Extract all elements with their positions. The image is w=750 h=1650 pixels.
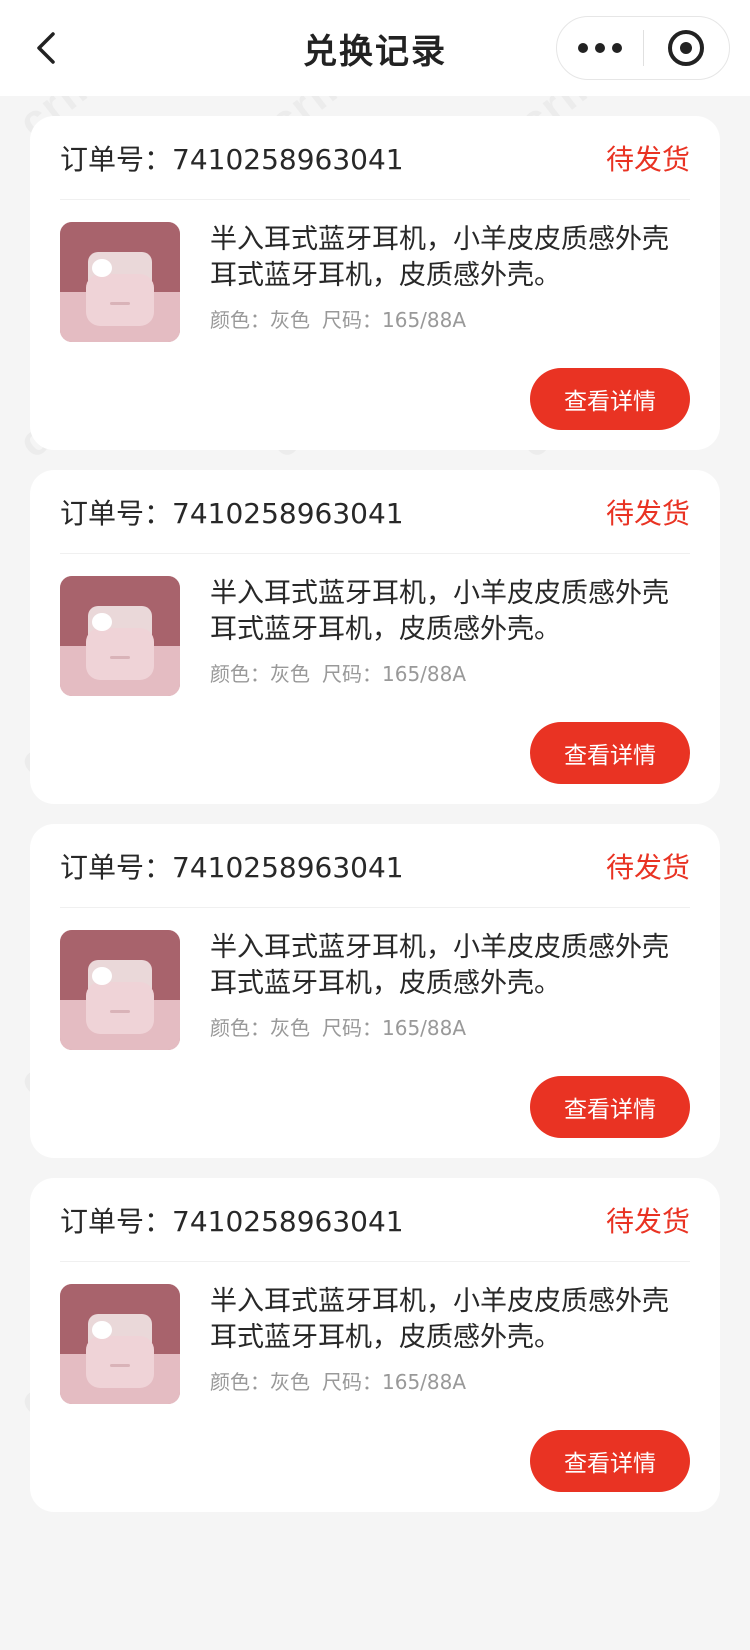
product-image[interactable]: [60, 930, 180, 1050]
view-details-button[interactable]: 查看详情: [530, 1430, 690, 1492]
attr-color: 颜色：灰色: [210, 308, 310, 332]
more-button[interactable]: [557, 17, 643, 79]
order-card-header: 订单号：7410258963041 待发货: [60, 824, 690, 908]
attr-size: 尺码：165/88A: [322, 1370, 467, 1394]
nav-bar: 兑换记录: [0, 0, 750, 96]
more-dots-icon: [577, 43, 588, 53]
view-details-button[interactable]: 查看详情: [530, 1076, 690, 1138]
product-attributes: 颜色：灰色 尺码：165/88A: [210, 304, 690, 333]
order-number-label: 订单号：: [60, 850, 173, 884]
earbuds-case-image: [60, 1284, 180, 1404]
more-dot: [594, 43, 605, 53]
order-card-header: 订单号：7410258963041 待发货: [60, 470, 690, 554]
product-row: 半入耳式蓝牙耳机，小羊皮皮质感外壳耳式蓝牙耳机，皮质感外壳。 颜色：灰色 尺码：1…: [60, 1262, 690, 1404]
product-info: 半入耳式蓝牙耳机，小羊皮皮质感外壳耳式蓝牙耳机，皮质感外壳。 颜色：灰色 尺码：1…: [210, 222, 690, 342]
view-details-button[interactable]: 查看详情: [530, 368, 690, 430]
product-attributes: 颜色：灰色 尺码：165/88A: [210, 1012, 690, 1041]
earbuds-case-image: [60, 930, 180, 1050]
attr-size: 尺码：165/88A: [322, 662, 467, 686]
order-number-value: 7410258963041: [172, 850, 404, 884]
attr-size: 尺码：165/88A: [322, 308, 467, 332]
product-info: 半入耳式蓝牙耳机，小羊皮皮质感外壳耳式蓝牙耳机，皮质感外壳。 颜色：灰色 尺码：1…: [210, 576, 690, 696]
product-name: 半入耳式蓝牙耳机，小羊皮皮质感外壳耳式蓝牙耳机，皮质感外壳。: [210, 932, 669, 999]
attr-color: 颜色：灰色: [210, 662, 310, 686]
order-number: 订单号：7410258963041: [60, 1200, 404, 1240]
earbuds-case-image: [60, 576, 180, 696]
product-row: 半入耳式蓝牙耳机，小羊皮皮质感外壳耳式蓝牙耳机，皮质感外壳。 颜色：灰色 尺码：1…: [60, 200, 690, 342]
order-number: 订单号：7410258963041: [60, 492, 404, 532]
attr-size: 尺码：165/88A: [322, 1016, 467, 1040]
product-name: 半入耳式蓝牙耳机，小羊皮皮质感外壳耳式蓝牙耳机，皮质感外壳。: [210, 224, 669, 291]
order-number-label: 订单号：: [60, 142, 173, 176]
product-name: 半入耳式蓝牙耳机，小羊皮皮质感外壳耳式蓝牙耳机，皮质感外壳。: [210, 1286, 669, 1353]
target-close-icon: [668, 30, 705, 66]
product-image[interactable]: [60, 576, 180, 696]
order-card: 订单号：7410258963041 待发货 半入耳式蓝牙耳机，小羊皮皮质感外壳耳…: [30, 1178, 720, 1512]
product-image[interactable]: [60, 1284, 180, 1404]
page-title: 兑换记录: [303, 31, 447, 72]
order-number-value: 7410258963041: [172, 142, 404, 176]
product-attributes: 颜色：灰色 尺码：165/88A: [210, 658, 690, 687]
more-dot: [611, 43, 622, 53]
order-status: 待发货: [605, 142, 690, 176]
product-info: 半入耳式蓝牙耳机，小羊皮皮质感外壳耳式蓝牙耳机，皮质感外壳。 颜色：灰色 尺码：1…: [210, 930, 690, 1050]
order-card: 订单号：7410258963041 待发货 半入耳式蓝牙耳机，小羊皮皮质感外壳耳…: [30, 470, 720, 804]
product-attributes: 颜色：灰色 尺码：165/88A: [210, 1366, 690, 1395]
order-status: 待发货: [605, 1204, 690, 1238]
product-row: 半入耳式蓝牙耳机，小羊皮皮质感外壳耳式蓝牙耳机，皮质感外壳。 颜色：灰色 尺码：1…: [60, 908, 690, 1050]
order-number: 订单号：7410258963041: [60, 138, 404, 178]
order-list: 订单号：7410258963041 待发货 半入耳式蓝牙耳机，小羊皮皮质感外壳耳…: [0, 96, 750, 1512]
order-number-label: 订单号：: [60, 1204, 173, 1238]
order-status: 待发货: [605, 496, 690, 530]
product-image[interactable]: [60, 222, 180, 342]
product-row: 半入耳式蓝牙耳机，小羊皮皮质感外壳耳式蓝牙耳机，皮质感外壳。 颜色：灰色 尺码：1…: [60, 554, 690, 696]
earbuds-case-image: [60, 222, 180, 342]
attr-color: 颜色：灰色: [210, 1016, 310, 1040]
product-name: 半入耳式蓝牙耳机，小羊皮皮质感外壳耳式蓝牙耳机，皮质感外壳。: [210, 578, 669, 645]
order-card: 订单号：7410258963041 待发货 半入耳式蓝牙耳机，小羊皮皮质感外壳耳…: [30, 116, 720, 450]
order-number-value: 7410258963041: [172, 1204, 404, 1238]
mini-program-capsule: [556, 16, 730, 80]
order-card: 订单号：7410258963041 待发货 半入耳式蓝牙耳机，小羊皮皮质感外壳耳…: [30, 824, 720, 1158]
close-button[interactable]: [644, 17, 730, 79]
order-card-header: 订单号：7410258963041 待发货: [60, 1178, 690, 1262]
order-number-label: 订单号：: [60, 496, 173, 530]
order-status: 待发货: [605, 850, 690, 884]
attr-color: 颜色：灰色: [210, 1370, 310, 1394]
order-number: 订单号：7410258963041: [60, 846, 404, 886]
back-button[interactable]: [30, 30, 62, 66]
view-details-button[interactable]: 查看详情: [530, 722, 690, 784]
order-card-header: 订单号：7410258963041 待发货: [60, 116, 690, 200]
target-center: [680, 42, 693, 54]
order-number-value: 7410258963041: [172, 496, 404, 530]
chevron-left-icon: [37, 32, 55, 64]
product-info: 半入耳式蓝牙耳机，小羊皮皮质感外壳耳式蓝牙耳机，皮质感外壳。 颜色：灰色 尺码：1…: [210, 1284, 690, 1404]
